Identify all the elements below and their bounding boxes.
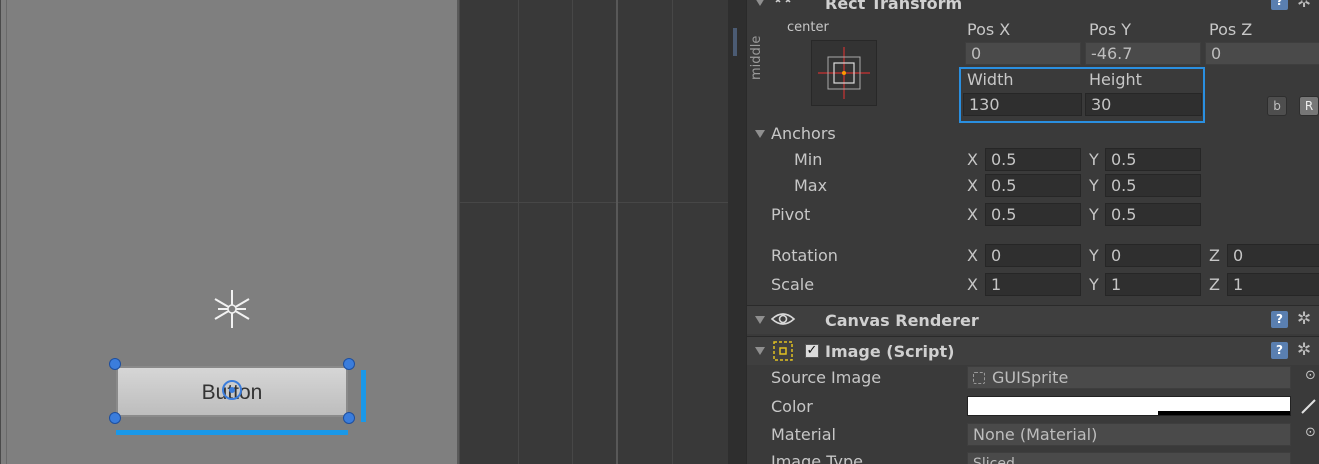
image-enabled-checkbox[interactable]: ✓	[805, 344, 819, 358]
blueprint-mode-button[interactable]: b	[1267, 96, 1287, 116]
anchor-preset-vertical-label: middle	[749, 35, 764, 80]
axis-y-label: Y	[1089, 176, 1099, 195]
gear-icon[interactable]: ✲	[1297, 0, 1311, 12]
source-image-field[interactable]: GUISprite	[967, 366, 1291, 389]
anchor-max-x-field[interactable]: 0.5	[985, 174, 1081, 197]
material-field[interactable]: None (Material)	[967, 423, 1291, 446]
anchor-min-label: Min	[794, 150, 823, 169]
grid-axis-line	[616, 0, 618, 464]
anchor-max-label: Max	[794, 176, 828, 195]
scale-y-field[interactable]: 1	[1105, 273, 1201, 296]
gear-icon[interactable]: ✲	[1297, 309, 1311, 329]
height-size-bar	[361, 370, 366, 422]
anchor-max-y-field[interactable]: 0.5	[1105, 174, 1201, 197]
scene-view[interactable]: Button	[0, 0, 728, 464]
object-picker-icon[interactable]: ⊙	[1305, 368, 1316, 383]
axis-x-label: X	[967, 205, 978, 224]
color-label: Color	[771, 397, 813, 416]
width-size-bar	[116, 430, 348, 435]
axis-x-label: X	[967, 275, 978, 294]
corner-handle-top-right[interactable]	[343, 358, 355, 370]
source-image-value: GUISprite	[992, 368, 1069, 387]
rotation-x-field[interactable]: 0	[985, 244, 1081, 267]
axis-y-label: Y	[1089, 246, 1099, 265]
foldout-arrow-icon[interactable]	[755, 316, 765, 324]
corner-handle-bottom-left[interactable]	[109, 412, 121, 424]
anchor-preset-horizontal-label: center	[787, 20, 829, 35]
anchor-preset-button[interactable]	[811, 40, 877, 106]
image-script-title[interactable]: Image (Script)	[825, 342, 954, 361]
pivot-y-field[interactable]: 0.5	[1105, 203, 1201, 226]
width-label: Width	[967, 70, 1014, 89]
image-type-dropdown[interactable]: Sliced	[967, 452, 1291, 464]
canvas-renderer-title[interactable]: Canvas Renderer	[825, 311, 979, 330]
anchor-min-y-field[interactable]: 0.5	[1105, 148, 1201, 171]
rect-transform-icon	[775, 0, 791, 3]
anchors-label[interactable]: Anchors	[771, 124, 836, 143]
corner-handle-top-left[interactable]	[109, 358, 121, 370]
rotation-y-field[interactable]: 0	[1105, 244, 1201, 267]
image-component-icon	[773, 341, 793, 361]
rotation-z-field[interactable]: 0	[1227, 244, 1319, 267]
panel-divider[interactable]	[728, 0, 746, 464]
pos-z-label: Pos Z	[1209, 20, 1253, 39]
panel-splitter-grip	[733, 28, 737, 56]
pivot-label: Pivot	[771, 205, 811, 224]
pivot-gizmo-icon[interactable]	[209, 286, 255, 332]
height-label: Height	[1089, 70, 1142, 89]
anchor-min-x-field[interactable]: 0.5	[985, 148, 1081, 171]
axis-z-label: Z	[1209, 275, 1220, 294]
scale-label: Scale	[771, 275, 815, 294]
scale-x-field[interactable]: 1	[985, 273, 1081, 296]
axis-y-label: Y	[1089, 275, 1099, 294]
help-icon[interactable]: ?	[1271, 311, 1288, 328]
eye-icon	[770, 313, 796, 325]
material-label: Material	[771, 425, 836, 444]
pos-z-field[interactable]: 0	[1205, 42, 1319, 65]
pos-y-label: Pos Y	[1089, 20, 1132, 39]
eyedropper-icon[interactable]	[1299, 396, 1319, 416]
image-type-label: Image Type	[771, 452, 863, 464]
grid-line	[572, 0, 573, 464]
foldout-arrow-icon[interactable]	[755, 347, 765, 355]
anchors-foldout-icon[interactable]	[755, 130, 765, 138]
corner-handle-bottom-right[interactable]	[343, 412, 355, 424]
height-field[interactable]: 30	[1085, 93, 1202, 116]
axis-x-label: X	[967, 176, 978, 195]
sprite-icon	[973, 372, 985, 384]
foldout-arrow-icon[interactable]	[755, 0, 765, 6]
pivot-x-field[interactable]: 0.5	[985, 203, 1081, 226]
color-swatch-field[interactable]	[967, 396, 1291, 416]
axis-x-label: X	[967, 246, 978, 265]
scale-z-field[interactable]: 1	[1227, 273, 1319, 296]
grid-line	[518, 0, 519, 464]
pivot-handle[interactable]	[222, 380, 242, 400]
axis-y-label: Y	[1089, 150, 1099, 169]
axis-z-label: Z	[1209, 246, 1220, 265]
help-icon[interactable]: ?	[1271, 0, 1288, 10]
axis-x-label: X	[967, 150, 978, 169]
inspector-panel: Rect Transform ? ✲ center middle Pos X P…	[746, 0, 1319, 464]
gear-icon[interactable]: ✲	[1297, 340, 1311, 360]
grid-line	[460, 202, 728, 203]
alpha-bar	[1158, 411, 1290, 415]
object-picker-icon[interactable]: ⊙	[1305, 425, 1316, 440]
raw-edit-mode-button[interactable]: R	[1299, 96, 1319, 116]
help-icon[interactable]: ?	[1271, 342, 1288, 359]
pos-y-field[interactable]: -46.7	[1085, 42, 1201, 65]
pos-x-field[interactable]: 0	[965, 42, 1081, 65]
rotation-label: Rotation	[771, 246, 838, 265]
source-image-label: Source Image	[771, 368, 882, 387]
pos-x-label: Pos X	[967, 20, 1011, 39]
rect-transform-title[interactable]: Rect Transform	[825, 0, 962, 13]
grid-line	[672, 0, 673, 464]
anchor-preset-icon	[818, 47, 870, 99]
width-field[interactable]: 130	[963, 93, 1082, 116]
axis-y-label: Y	[1089, 205, 1099, 224]
